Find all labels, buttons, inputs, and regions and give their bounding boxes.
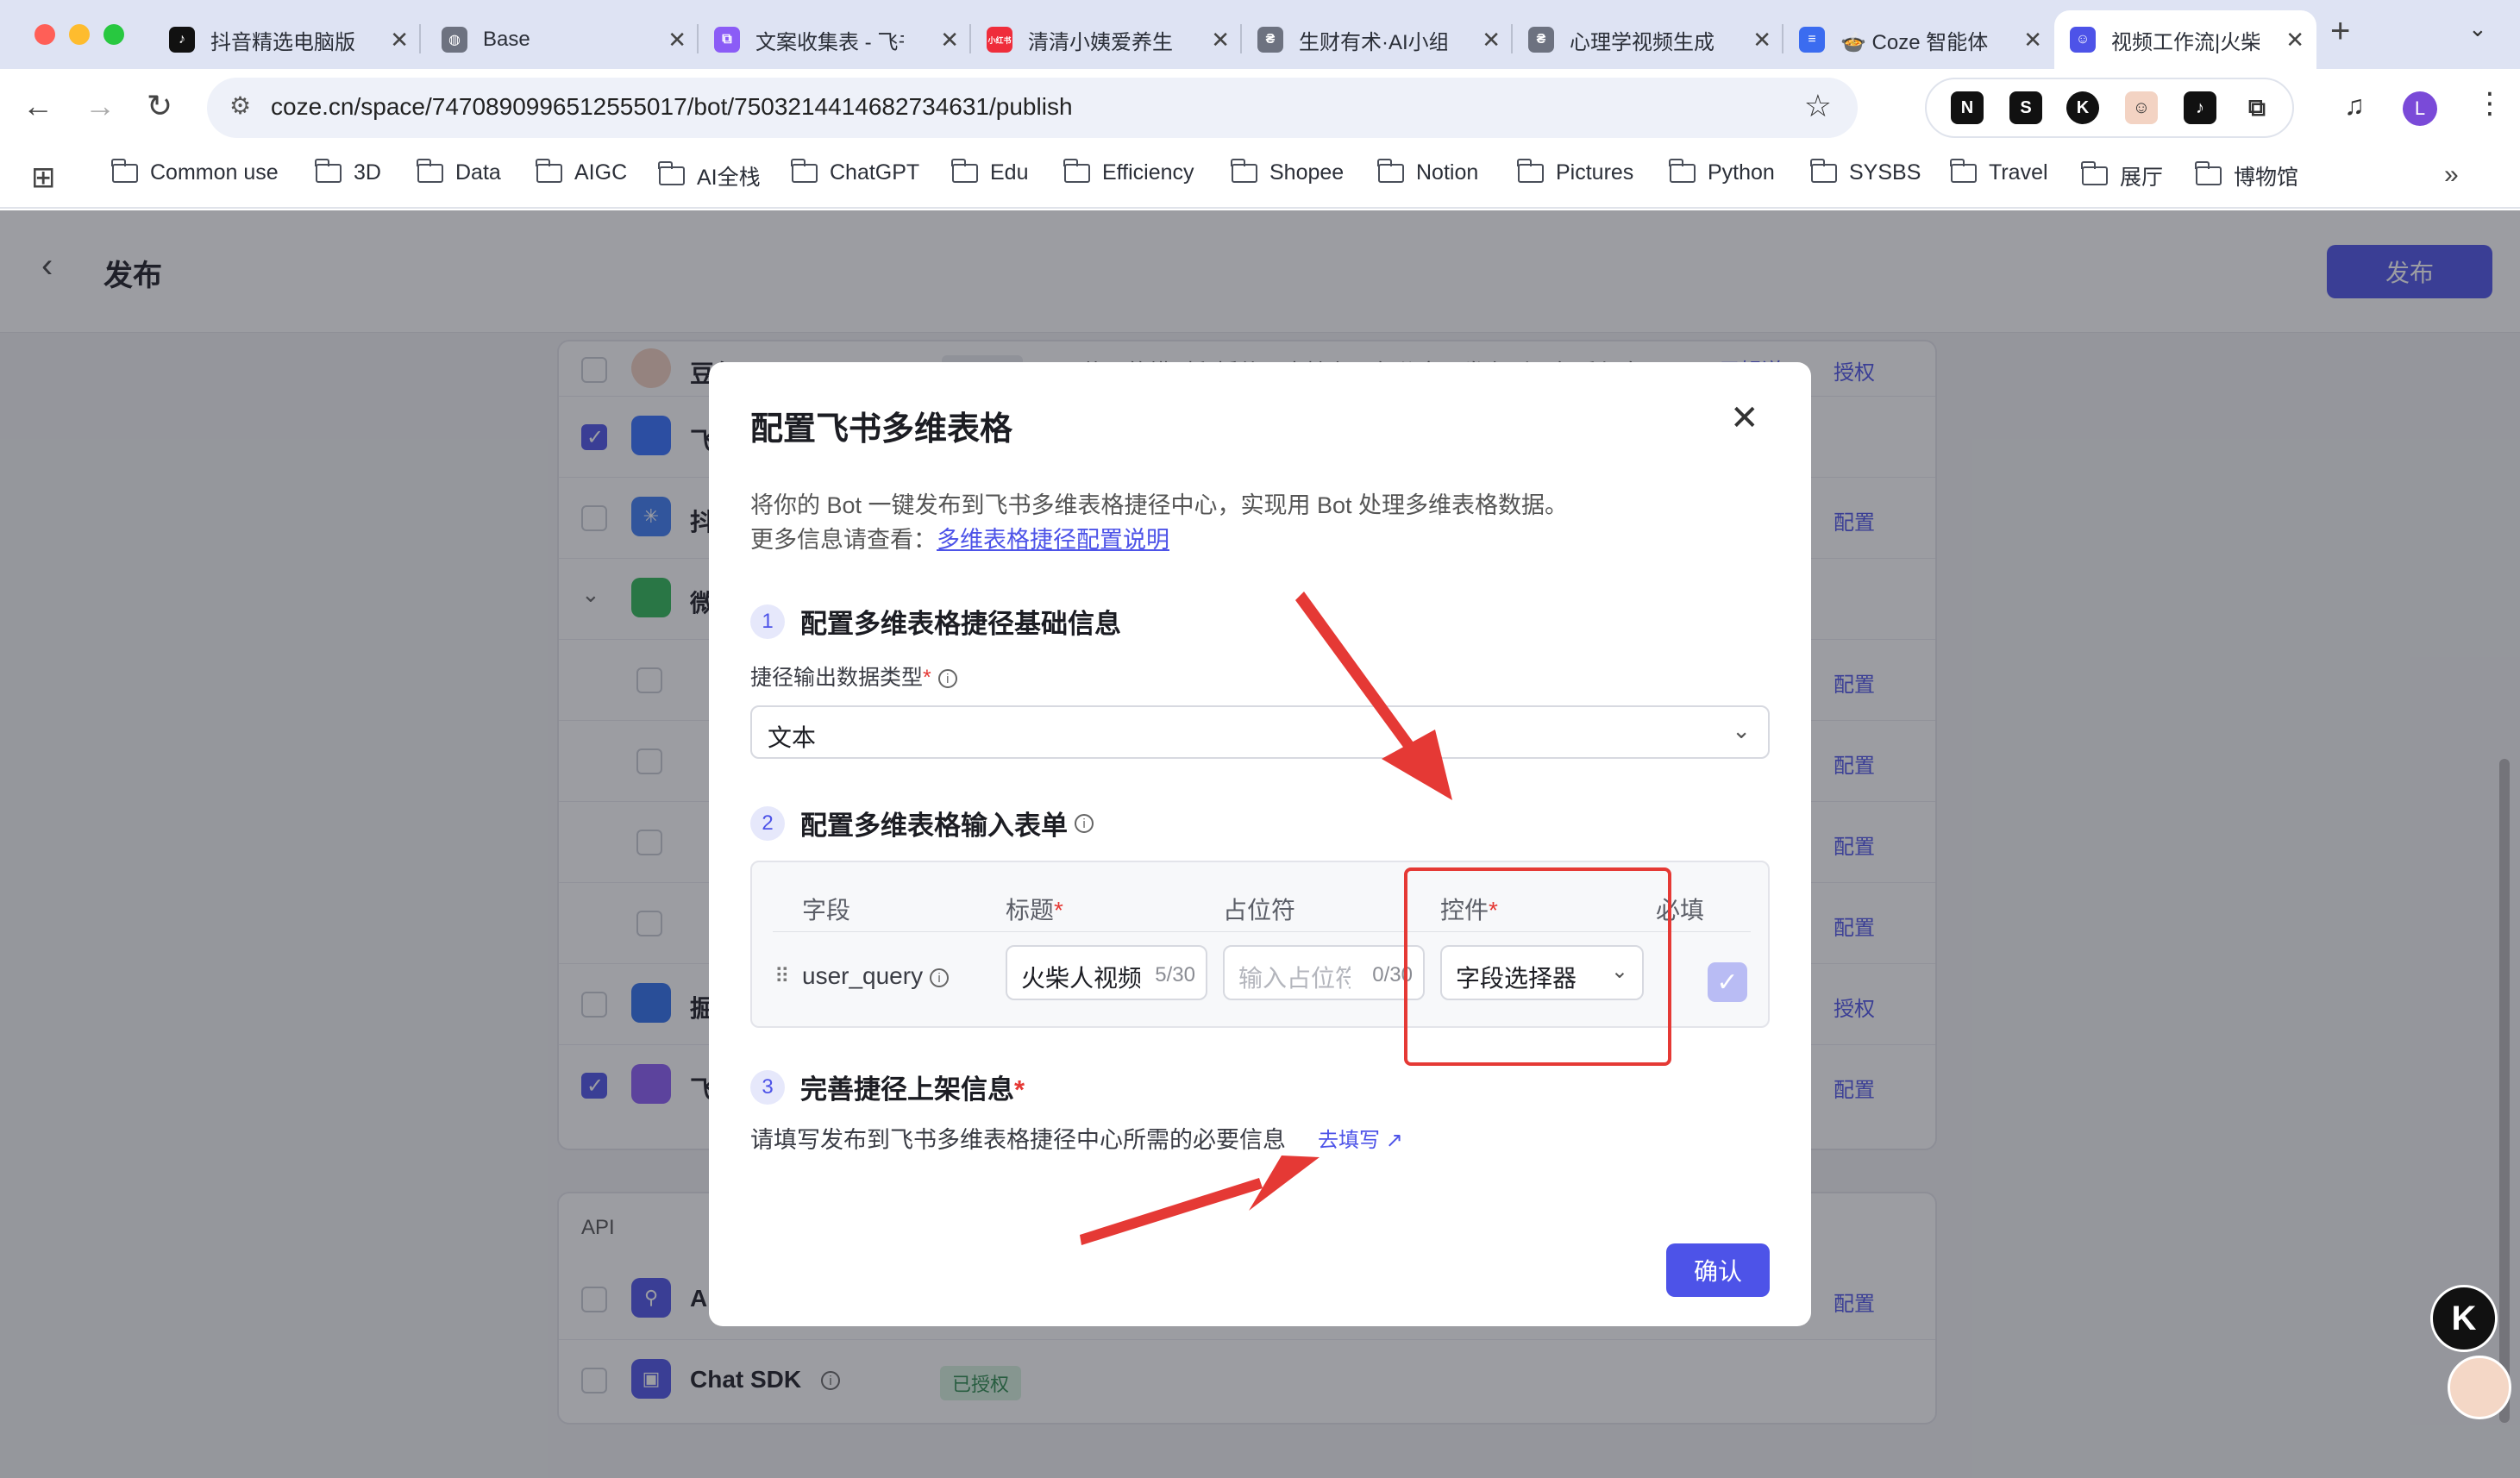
annotation-arrow-left <box>1080 1155 1320 1245</box>
annotation-arrows <box>1080 592 1452 1245</box>
annotation-arrow-down <box>1295 592 1452 800</box>
